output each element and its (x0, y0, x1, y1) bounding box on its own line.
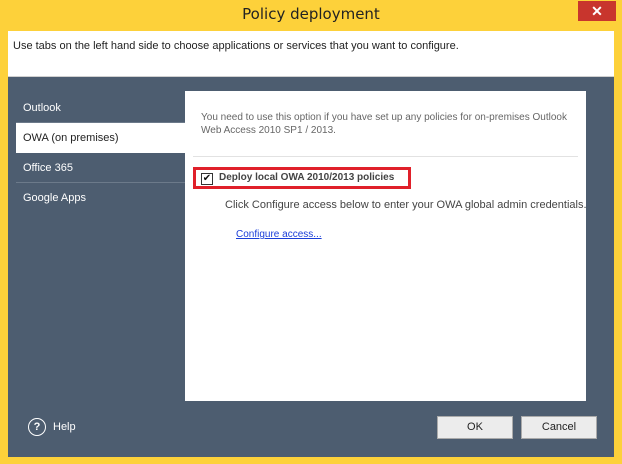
configure-access-link[interactable]: Configure access... (236, 229, 322, 240)
header-band: Use tabs on the left hand side to choose… (8, 31, 614, 77)
highlight-box: ✔ Deploy local OWA 2010/2013 policies (193, 167, 411, 189)
cancel-button[interactable]: Cancel (521, 416, 597, 439)
window-title: Policy deployment (242, 5, 380, 23)
help-label: Help (53, 421, 76, 433)
tab-list: Outlook OWA (on premises) Office 365 Goo… (16, 93, 192, 213)
divider (193, 156, 578, 157)
ok-button[interactable]: OK (437, 416, 513, 439)
title-bar[interactable]: Policy deployment ✕ (0, 0, 622, 30)
deploy-owa-checkbox[interactable]: ✔ (201, 173, 213, 185)
help-icon: ? (28, 418, 46, 436)
tab-outlook[interactable]: Outlook (16, 93, 192, 123)
owa-settings-panel: You need to use this option if you have … (185, 91, 587, 401)
tab-office-365[interactable]: Office 365 (16, 153, 192, 183)
deploy-owa-checkbox-label[interactable]: Deploy local OWA 2010/2013 policies (219, 172, 394, 183)
instructions-text: Click Configure access below to enter yo… (225, 199, 587, 211)
dialog-body: Use tabs on the left hand side to choose… (8, 31, 614, 457)
tab-google-apps[interactable]: Google Apps (16, 183, 192, 213)
panel-note: You need to use this option if you have … (201, 112, 567, 136)
header-text: Use tabs on the left hand side to choose… (13, 40, 459, 52)
tab-owa-on-premises[interactable]: OWA (on premises) (16, 123, 192, 153)
close-icon: ✕ (591, 3, 603, 19)
checkmark-icon: ✔ (202, 173, 212, 184)
policy-deployment-window: Policy deployment ✕ Use tabs on the left… (0, 0, 622, 464)
close-button[interactable]: ✕ (578, 1, 616, 21)
